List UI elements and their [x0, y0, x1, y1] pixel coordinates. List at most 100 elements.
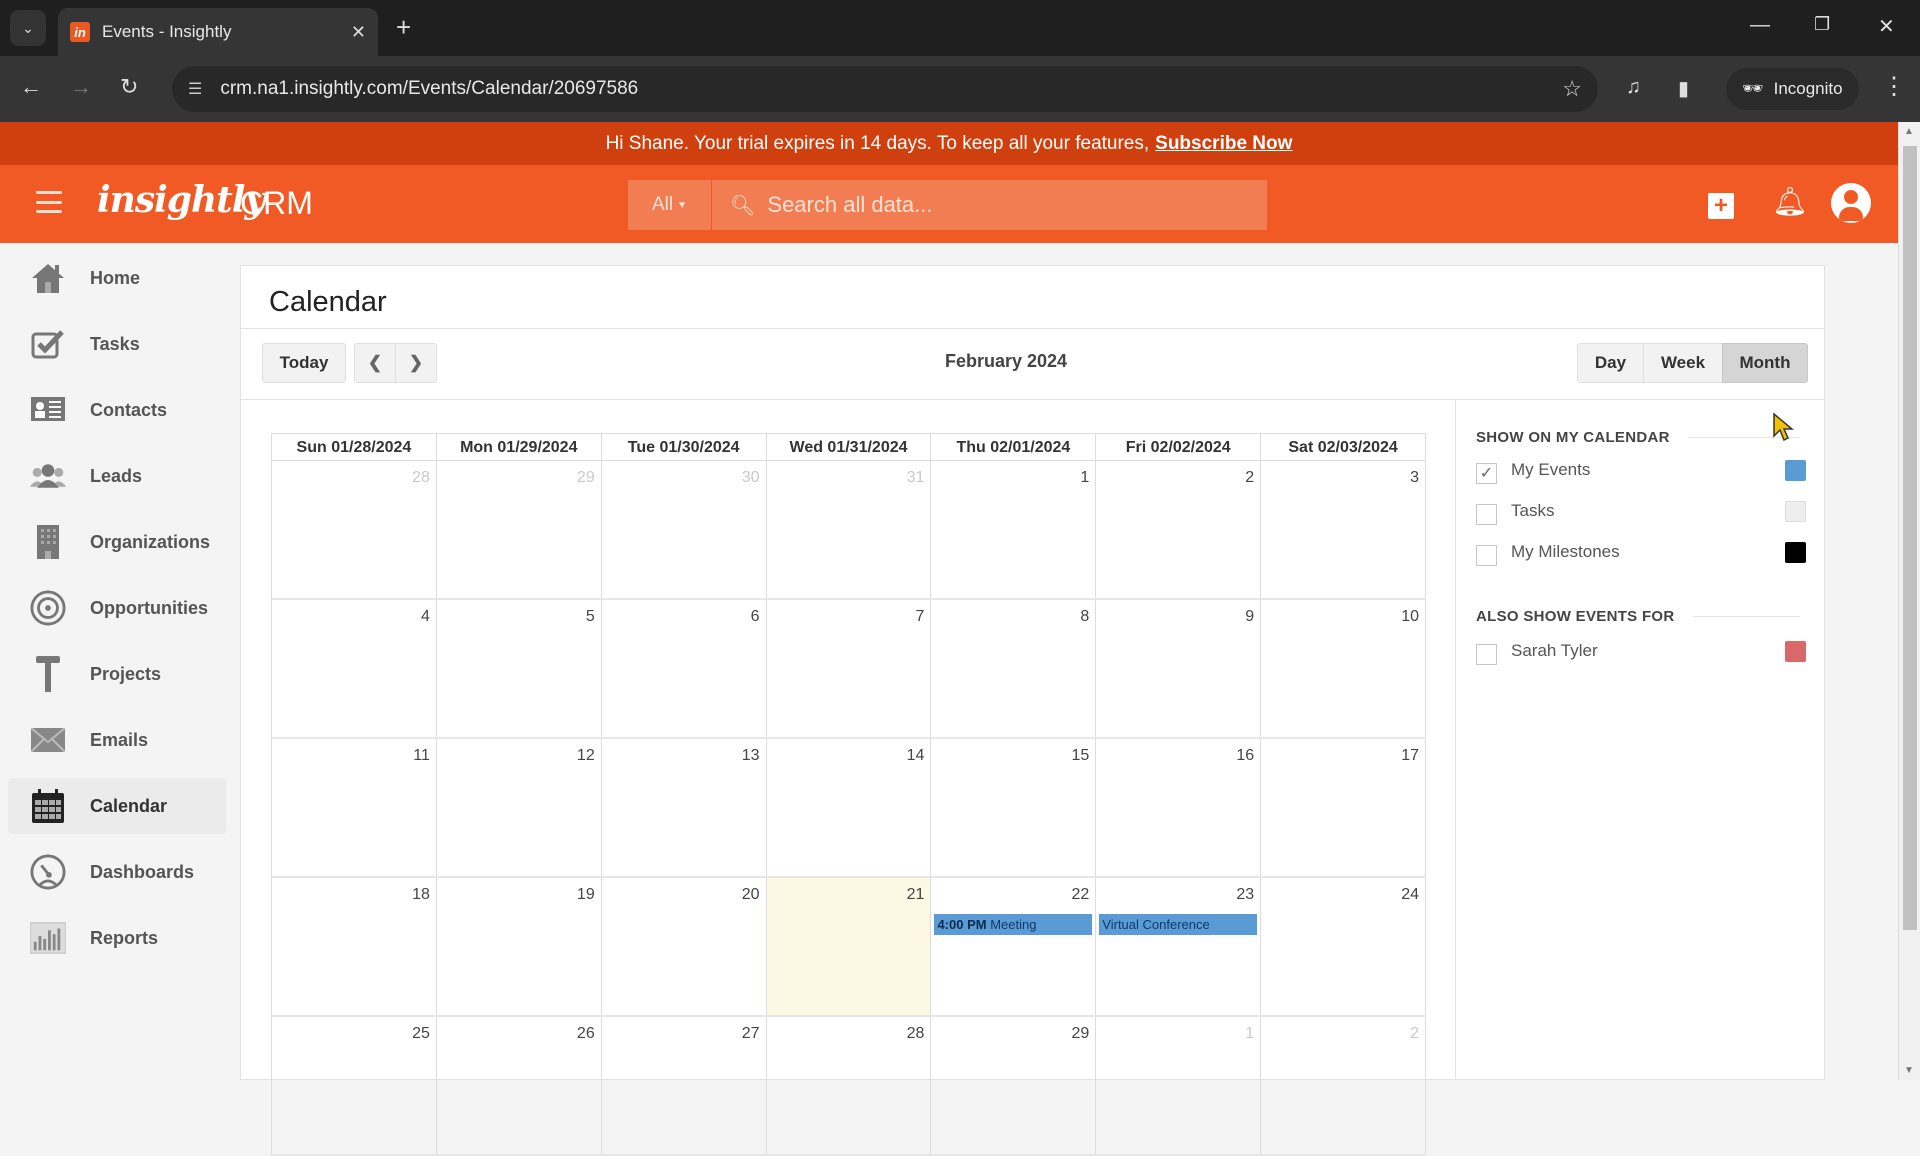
day-number[interactable]: 7 — [916, 608, 925, 626]
color-swatch[interactable] — [1785, 459, 1806, 481]
day-cell[interactable]: 28 — [767, 1017, 932, 1154]
day-cell-today[interactable]: 21 — [766, 878, 932, 1015]
day-number[interactable]: 1 — [1245, 1025, 1254, 1043]
day-cell[interactable]: 18 — [272, 878, 437, 1015]
day-cell[interactable]: 15 — [931, 739, 1097, 876]
day-cell[interactable]: 19 — [437, 878, 602, 1015]
restore-icon[interactable]: ❐ — [1814, 14, 1830, 35]
day-cell[interactable]: 14 — [767, 739, 932, 876]
day-cell[interactable]: 2 — [1261, 1017, 1427, 1154]
day-number[interactable]: 27 — [742, 1025, 760, 1043]
day-cell[interactable]: 4 — [272, 600, 437, 737]
day-number[interactable]: 10 — [1401, 608, 1419, 626]
today-button[interactable]: Today — [262, 343, 346, 383]
new-tab-button[interactable]: + — [396, 12, 411, 43]
day-number[interactable]: 28 — [412, 469, 430, 487]
forward-icon[interactable]: → — [70, 74, 92, 100]
sidebar-item-calendar[interactable]: Calendar — [8, 778, 226, 834]
day-number[interactable]: 19 — [577, 886, 595, 904]
day-cell[interactable]: 23 Virtual Conference — [1096, 878, 1262, 1015]
day-cell[interactable]: 28 — [272, 461, 437, 598]
search-input[interactable] — [767, 192, 1188, 218]
sidebar-item-dashboards[interactable]: Dashboards — [8, 844, 226, 900]
day-cell[interactable]: 16 — [1096, 739, 1262, 876]
scrollbar-thumb[interactable] — [1903, 146, 1917, 930]
side-panel-icon[interactable]: ▮ — [1678, 76, 1689, 101]
day-number[interactable]: 31 — [907, 469, 925, 487]
day-cell[interactable]: 12 — [437, 739, 602, 876]
calendar-event[interactable]: Virtual Conference — [1099, 914, 1258, 935]
reload-icon[interactable]: ↻ — [120, 74, 138, 100]
month-view-button[interactable]: Month — [1722, 343, 1808, 383]
scroll-up-icon[interactable]: ▲ — [1904, 126, 1914, 137]
day-cell[interactable]: 20 — [602, 878, 767, 1015]
day-number[interactable]: 28 — [907, 1025, 925, 1043]
day-number[interactable]: 15 — [1072, 747, 1090, 765]
day-cell[interactable]: 5 — [437, 600, 602, 737]
sidebar-item-opportunities[interactable]: Opportunities — [8, 580, 226, 636]
color-swatch[interactable] — [1785, 500, 1806, 522]
sidebar-item-tasks[interactable]: Tasks — [8, 316, 226, 372]
tasks-checkbox[interactable] — [1476, 503, 1497, 525]
day-number[interactable]: 4 — [421, 608, 430, 626]
day-cell[interactable]: 11 — [272, 739, 437, 876]
day-cell[interactable]: 31 — [767, 461, 932, 598]
day-number[interactable]: 12 — [577, 747, 595, 765]
site-info-icon[interactable]: ☰ — [188, 79, 202, 99]
day-number[interactable]: 26 — [577, 1025, 595, 1043]
sidebar-item-leads[interactable]: Leads — [8, 448, 226, 504]
bookmark-star-icon[interactable]: ☆ — [1562, 76, 1582, 102]
day-cell[interactable]: 9 — [1096, 600, 1262, 737]
browser-menu-icon[interactable]: ⋮ — [1882, 72, 1906, 101]
search-scope-dropdown[interactable]: All ▼ — [628, 180, 712, 230]
tab-search-button[interactable]: ⌄ — [10, 10, 46, 46]
day-number[interactable]: 30 — [742, 469, 760, 487]
day-view-button[interactable]: Day — [1577, 343, 1644, 383]
day-number[interactable]: 16 — [1236, 747, 1254, 765]
day-number[interactable]: 14 — [907, 747, 925, 765]
day-cell[interactable]: 29 — [437, 461, 602, 598]
day-number[interactable]: 25 — [412, 1025, 430, 1043]
day-cell[interactable]: 7 — [767, 600, 932, 737]
incognito-indicator[interactable]: 🕶 Incognito — [1726, 68, 1859, 110]
day-cell[interactable]: 13 — [602, 739, 767, 876]
day-cell[interactable]: 17 — [1261, 739, 1427, 876]
media-control-icon[interactable]: ♫ — [1626, 76, 1641, 99]
filter-my-milestones[interactable]: My Milestones — [1476, 538, 1806, 566]
close-tab-icon[interactable]: ✕ — [351, 22, 366, 43]
day-number[interactable]: 18 — [412, 886, 430, 904]
day-cell[interactable]: 3 — [1261, 461, 1427, 598]
day-number[interactable]: 11 — [413, 747, 430, 765]
day-number[interactable]: 20 — [742, 886, 760, 904]
scroll-down-icon[interactable]: ▼ — [1904, 1065, 1914, 1076]
day-number[interactable]: 2 — [1245, 469, 1254, 487]
day-number[interactable]: 29 — [1072, 1025, 1090, 1043]
week-view-button[interactable]: Week — [1643, 343, 1723, 383]
back-icon[interactable]: ← — [20, 74, 42, 100]
my-events-checkbox[interactable]: ✓ — [1476, 462, 1497, 484]
sidebar-item-emails[interactable]: Emails — [8, 712, 226, 768]
day-cell[interactable]: 6 — [602, 600, 767, 737]
day-number[interactable]: 21 — [907, 886, 925, 904]
subscribe-now-link[interactable]: Subscribe Now — [1155, 133, 1292, 155]
day-number[interactable]: 3 — [1410, 469, 1419, 487]
day-number[interactable]: 5 — [586, 608, 595, 626]
day-number[interactable]: 9 — [1245, 608, 1254, 626]
previous-month-button[interactable]: ❮ — [354, 343, 396, 383]
add-new-icon[interactable]: + — [1708, 193, 1734, 219]
calendar-event[interactable]: 4:00 PM Meeting — [934, 914, 1093, 935]
day-cell[interactable]: 1 — [931, 461, 1097, 598]
page-scrollbar[interactable]: ▲ ▼ — [1898, 122, 1920, 1080]
day-cell[interactable]: 1 — [1096, 1017, 1262, 1154]
next-month-button[interactable]: ❯ — [395, 343, 437, 383]
notifications-bell-icon[interactable]: 🔔︎ — [1772, 185, 1808, 218]
day-number[interactable]: 17 — [1401, 747, 1419, 765]
day-number[interactable]: 1 — [1080, 469, 1089, 487]
color-swatch[interactable] — [1785, 640, 1806, 662]
sidebar-item-reports[interactable]: Reports — [8, 910, 226, 966]
day-number[interactable]: 2 — [1410, 1025, 1419, 1043]
day-cell[interactable]: 25 — [272, 1017, 437, 1154]
day-cell[interactable]: 8 — [931, 600, 1097, 737]
day-cell[interactable]: 22 4:00 PM Meeting — [931, 878, 1097, 1015]
day-number[interactable]: 8 — [1080, 608, 1089, 626]
